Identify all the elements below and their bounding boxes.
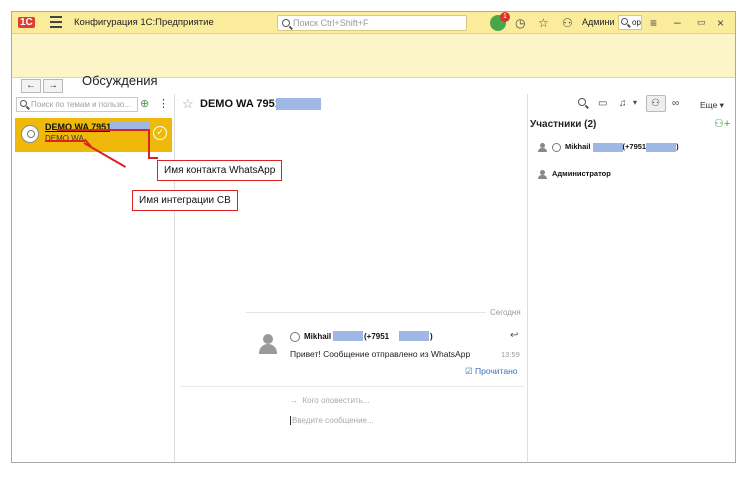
participant-item[interactable]: Администратор [538,169,611,179]
window: 1С Конфигурация 1С:Предприятие Поиск Ctr… [11,11,736,463]
search-icon [621,18,628,25]
callout-line [57,129,149,131]
avatar [258,334,278,354]
video-call-icon[interactable]: ▭ [598,98,607,109]
arrow-icon: → [290,396,298,405]
reply-icon[interactable]: ↩ [510,330,518,341]
whatsapp-icon [290,332,300,342]
redacted-text [333,331,363,341]
settings-menu-icon[interactable]: ≡ [650,16,657,30]
user-icon[interactable]: ⚇ [562,16,573,30]
add-participant-icon[interactable]: ⚇+ [714,117,730,130]
history-icon[interactable]: ◷ [515,16,525,30]
menu-icon[interactable] [50,16,62,28]
restore-icon[interactable]: ▭ [697,17,706,28]
forward-button[interactable]: → [43,79,63,93]
top-bar: 1С Конфигурация 1С:Предприятие Поиск Ctr… [12,12,735,34]
app-title: Конфигурация 1С:Предприятие [74,17,214,28]
callout-line [148,157,158,159]
conversation-search-input[interactable]: Поиск по темам и пользо... [16,97,138,112]
search-icon[interactable] [578,98,586,109]
more-button[interactable]: Еще ▾ [700,100,724,111]
callout-line [148,129,150,157]
message-time: 13:59 [501,350,520,359]
global-search-input[interactable]: Поиск Ctrl+Shift+F [277,15,467,31]
chat-title: DEMO WA 7951 [200,98,281,110]
message-phone-suffix: ) [430,332,433,341]
message-author: Mikhail [304,332,332,341]
redacted-number [276,98,321,110]
participant-item[interactable]: Mikhail (+7951) [538,142,679,152]
check-icon: ✓ [153,126,167,140]
nav-buttons: ← → [21,75,65,93]
whatsapp-icon [552,142,561,152]
chevron-down-icon[interactable]: ▾ [633,98,637,107]
info-panel [12,34,735,78]
new-discussion-icon[interactable]: ⊕ [140,97,149,110]
chat-pane: ☆ DEMO WA 7951 Сегодня Mikhail (+7951 ) … [176,94,528,462]
message-text: Привет! Сообщение отправлено из WhatsApp [290,349,471,359]
date-label: Сегодня [486,308,521,317]
search-icon [20,100,27,107]
redacted-text [646,142,677,152]
participants-title: Участники (2) [530,119,597,130]
favorites-icon[interactable]: ☆ [538,16,549,30]
read-check-icon: ☑ [465,366,473,376]
redacted-text [592,142,623,152]
callout-line [45,140,85,142]
date-divider [246,312,516,313]
page-title: Обсуждения [82,73,158,88]
close-icon[interactable]: × [717,16,724,30]
app-logo: 1С [18,17,35,28]
back-button[interactable]: ← [21,79,41,93]
more-vertical-icon[interactable]: ⋮ [158,97,169,110]
notify-input[interactable]: → Кого оповестить... [290,396,369,405]
redacted-text [399,331,429,341]
search-icon [282,19,290,27]
read-status-label: Прочитано [475,366,518,376]
message-input[interactable]: Введите сообщение... [290,416,374,426]
message-phone: (+7951 [364,332,390,341]
star-icon[interactable]: ☆ [182,96,194,112]
notification-badge: 1 [500,12,510,22]
participants-icon: ⚇ [651,98,660,109]
notifications-icon[interactable]: 1 [490,12,510,31]
link-icon[interactable]: ∞ [672,98,679,109]
user-name[interactable]: Админи [582,17,614,27]
person-icon [538,142,547,152]
whatsapp-avatar-icon [21,125,39,143]
minimize-icon[interactable]: – [674,15,681,29]
compose-divider [180,386,524,387]
participants-pane: Участники (2) ⚇+ Mikhail (+7951) Админис… [528,112,735,462]
user-search[interactable]: ор [618,15,642,30]
person-icon [538,169,547,179]
bell-icon[interactable]: ♫ [619,98,627,109]
read-status: ☑ Прочитано [465,366,518,377]
